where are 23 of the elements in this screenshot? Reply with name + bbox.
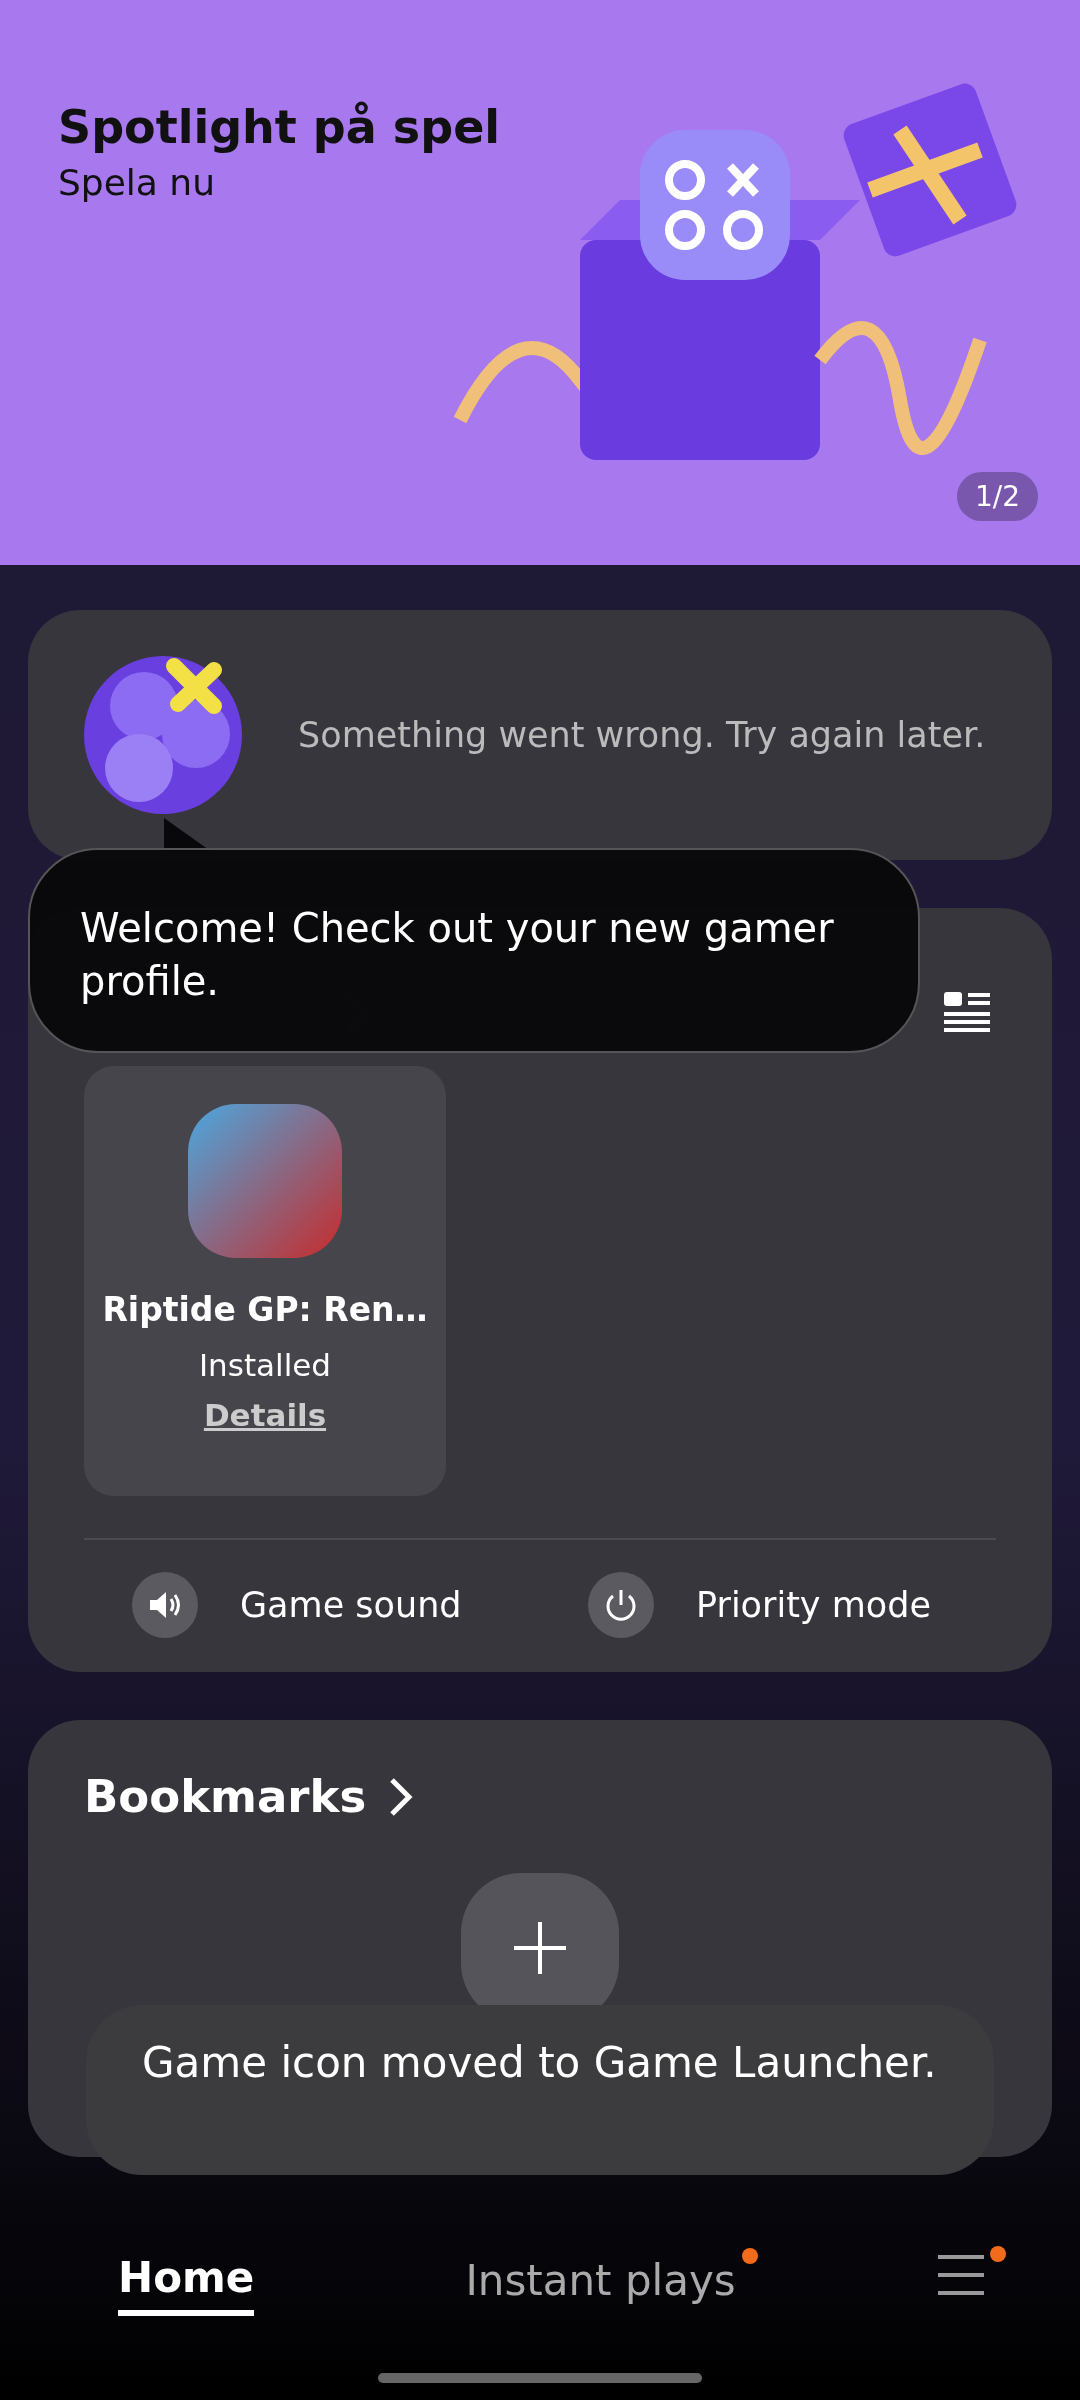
game-title: Riptide GP: Ren… — [102, 1290, 428, 1329]
bookmarks-header[interactable]: Bookmarks — [84, 1770, 996, 1823]
nav-tab[interactable]: Instant plays — [465, 2247, 736, 2313]
banner-title: Spotlight på spel — [58, 100, 501, 154]
banner-subtitle: Spela nu — [58, 162, 216, 203]
toast-message: Game icon moved to Game Launcher. — [86, 2005, 994, 2175]
error-message: Something went wrong. Try again later. — [298, 715, 986, 755]
chevron-right-icon — [388, 1775, 415, 1818]
details-link[interactable]: Details — [203, 1397, 327, 1433]
welcome-tooltip: Welcome! Check out your new gamer profile. — [28, 848, 920, 1053]
plus-icon — [514, 1922, 566, 1974]
quick-setting-button[interactable]: Game sound — [84, 1571, 540, 1639]
quick-setting-button[interactable]: Priority mode — [540, 1571, 996, 1639]
speaker-icon — [132, 1572, 198, 1638]
avatar-icon[interactable] — [84, 656, 242, 814]
promo-banner[interactable]: Spotlight på spel Spela nu 1/2 — [0, 0, 1080, 565]
list-view-icon[interactable] — [944, 992, 990, 1034]
game-card[interactable]: Riptide GP: Ren… Installed Details — [84, 1066, 446, 1496]
install-status: Installed — [198, 1347, 332, 1383]
power-icon — [588, 1572, 654, 1638]
page-counter: 1/2 — [956, 472, 1038, 521]
nav-tab[interactable]: Home — [118, 2244, 255, 2316]
menu-icon — [938, 2254, 984, 2296]
